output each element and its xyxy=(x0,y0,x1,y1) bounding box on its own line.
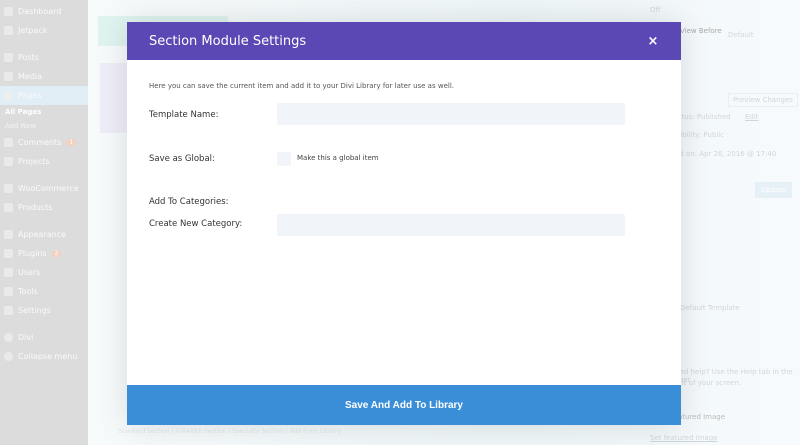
sidebar-item-label: Plugins xyxy=(18,249,47,258)
sidebar-item-label: WooCommerce xyxy=(18,184,79,193)
sidebar-item-label: Settings xyxy=(18,306,51,315)
comment-icon xyxy=(4,138,13,147)
sidebar-item-label: Collapse menu xyxy=(18,352,78,361)
section-settings-modal: Section Module Settings × Here you can s… xyxy=(127,22,681,425)
preview-changes-button[interactable]: Preview Changes xyxy=(728,93,798,107)
sidebar-item-settings[interactable]: Settings xyxy=(0,301,88,320)
default-select: Default xyxy=(728,31,754,39)
publish-panel: Off View Before Default Preview Changes … xyxy=(650,0,800,445)
pages-icon xyxy=(4,91,13,100)
sidebar-item-appearance[interactable]: Appearance xyxy=(0,225,88,244)
sidebar-item-label: Media xyxy=(18,72,43,81)
pin-icon xyxy=(4,53,13,62)
sidebar-item-jetpack[interactable]: Jetpack xyxy=(0,21,88,40)
template-name-input[interactable] xyxy=(277,103,625,125)
modal-header: Section Module Settings × xyxy=(127,22,681,60)
cart-icon xyxy=(4,203,13,212)
sidebar-item-label: Tools xyxy=(18,287,38,296)
sidebar-collapse-menu[interactable]: Collapse menu xyxy=(0,347,88,366)
off-select: Off xyxy=(650,6,661,14)
sidebar-item-label: Products xyxy=(18,203,53,212)
wrench-icon xyxy=(4,287,13,296)
sidebar-item-label: Posts xyxy=(18,53,39,62)
create-new-category-label: Create New Category: xyxy=(149,219,243,229)
brush-icon xyxy=(4,230,13,239)
admin-sidebar: Dashboard Jetpack Posts Media Pages All … xyxy=(0,0,88,445)
sidebar-item-users[interactable]: Users xyxy=(0,263,88,282)
sidebar-item-label: Appearance xyxy=(18,230,67,239)
user-icon xyxy=(4,268,13,277)
pin-icon xyxy=(4,157,13,166)
settings-icon xyxy=(4,306,13,315)
save-and-add-to-library-button[interactable]: Save And Add To Library xyxy=(127,385,681,425)
edit-status-link[interactable]: Edit xyxy=(745,113,759,121)
add-to-categories-label: Add To Categories: xyxy=(149,197,229,207)
global-item-checkbox[interactable] xyxy=(277,152,291,166)
sidebar-item-label: Pages xyxy=(18,91,42,100)
sidebar-item-divi[interactable]: Divi xyxy=(0,328,88,347)
close-icon[interactable]: × xyxy=(641,34,665,49)
sidebar-item-tools[interactable]: Tools xyxy=(0,282,88,301)
sidebar-item-woocommerce[interactable]: WooCommerce xyxy=(0,179,88,198)
save-as-global-label: Save as Global: xyxy=(149,154,215,164)
collapse-icon xyxy=(4,352,13,361)
sidebar-item-products[interactable]: Products xyxy=(0,198,88,217)
plugins-badge: 2 xyxy=(51,250,62,257)
global-item-checkbox-label[interactable]: Make this a global item xyxy=(297,154,379,162)
section-add-links: Standard Section | Fullwidth Section | S… xyxy=(118,428,341,435)
divi-icon xyxy=(4,333,13,342)
template-name-label: Template Name: xyxy=(149,110,219,120)
jetpack-icon xyxy=(4,26,13,35)
sidebar-sub-add-new[interactable]: Add New xyxy=(0,119,88,133)
sidebar-item-dashboard[interactable]: Dashboard xyxy=(0,2,88,21)
sidebar-item-posts[interactable]: Posts xyxy=(0,48,88,67)
comments-badge: 1 xyxy=(66,139,77,146)
media-icon xyxy=(4,72,13,81)
sidebar-item-pages[interactable]: Pages xyxy=(0,86,88,105)
template-select: Default Template xyxy=(680,304,740,312)
new-category-input[interactable] xyxy=(277,214,625,236)
sidebar-item-label: Users xyxy=(18,268,41,277)
sidebar-item-projects[interactable]: Projects xyxy=(0,152,88,171)
sidebar-item-label: Dashboard xyxy=(18,7,62,16)
modal-intro-text: Here you can save the current item and a… xyxy=(149,82,454,90)
sidebar-item-media[interactable]: Media xyxy=(0,67,88,86)
sidebar-item-label: Divi xyxy=(18,333,34,342)
sidebar-item-label: Comments xyxy=(18,138,62,147)
plug-icon xyxy=(4,249,13,258)
sidebar-item-label: Projects xyxy=(18,157,50,166)
modal-title: Section Module Settings xyxy=(149,33,307,49)
woocommerce-icon xyxy=(4,184,13,193)
set-featured-image-link[interactable]: Set featured image xyxy=(650,434,717,442)
update-button[interactable]: Update xyxy=(755,182,793,198)
sidebar-item-plugins[interactable]: Plugins 2 xyxy=(0,244,88,263)
dashboard-icon xyxy=(4,7,13,16)
sidebar-sub-all-pages[interactable]: All Pages xyxy=(0,105,88,119)
sidebar-item-comments[interactable]: Comments 1 xyxy=(0,133,88,152)
sidebar-item-label: Jetpack xyxy=(18,26,48,35)
view-before-label: View Before xyxy=(680,27,722,35)
